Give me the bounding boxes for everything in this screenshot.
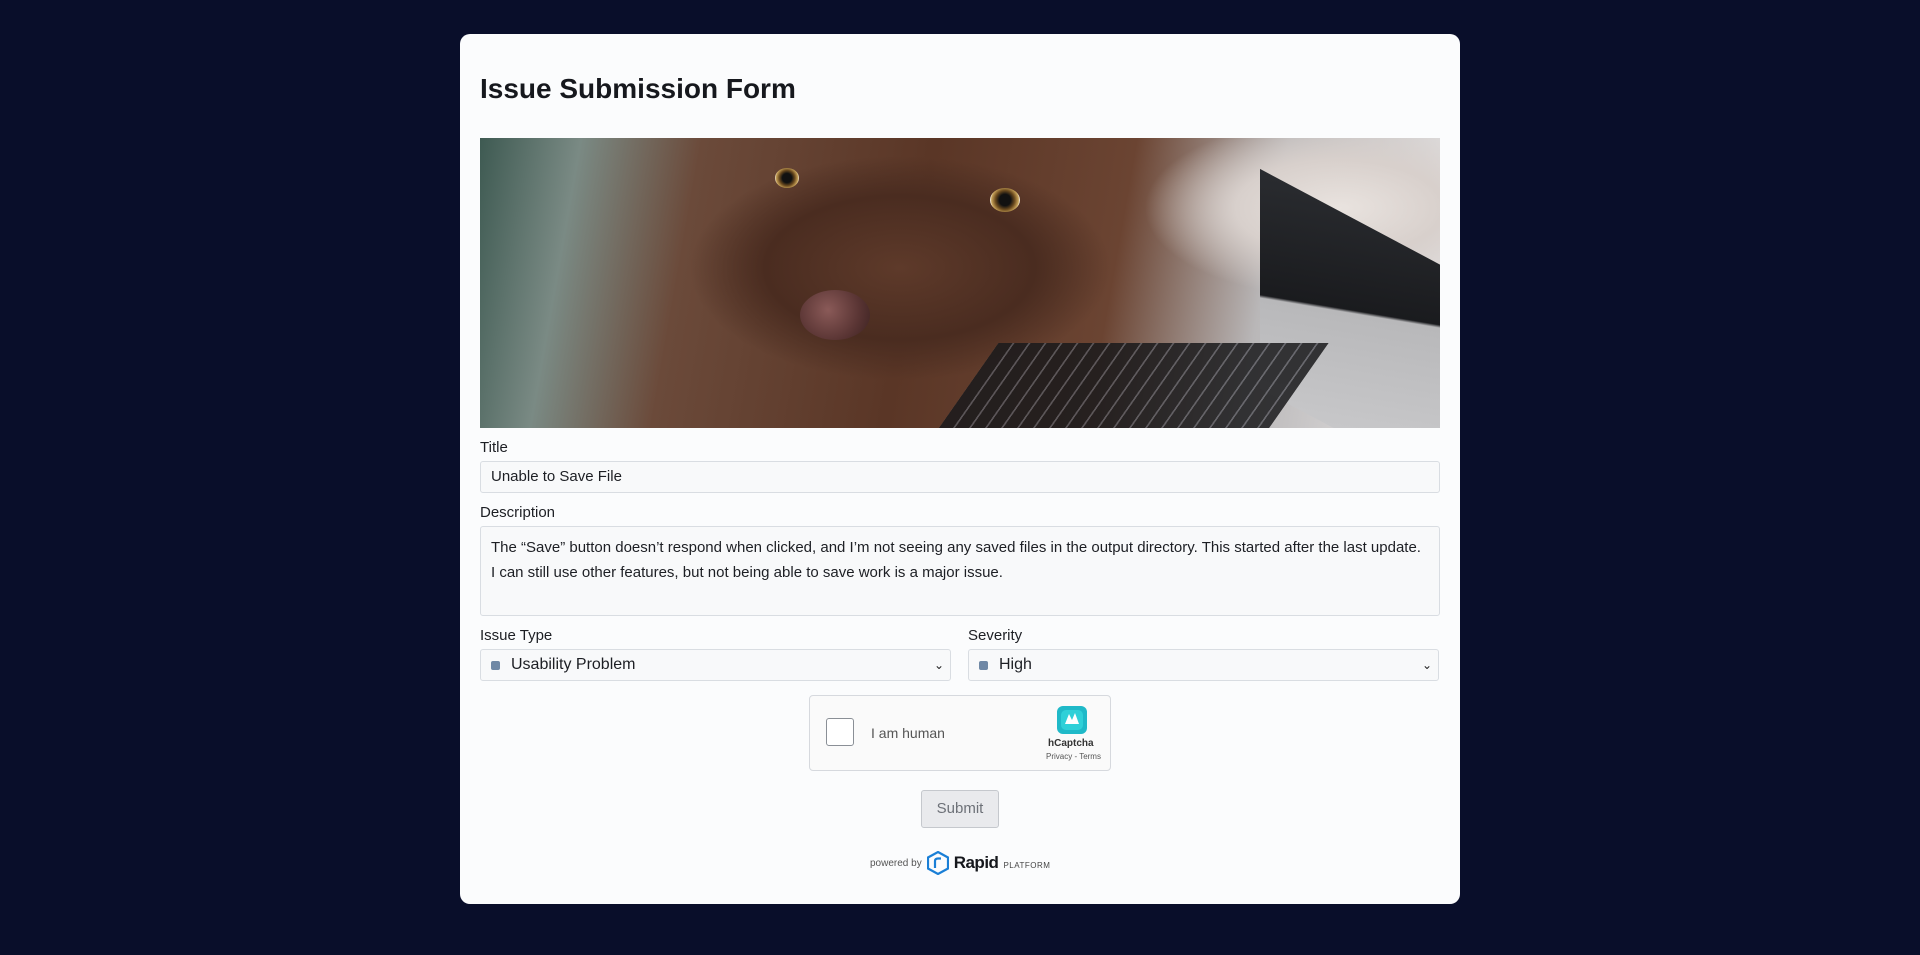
severity-dot-icon [979,661,988,670]
chevron-down-icon: ⌄ [933,658,944,672]
severity-group: Severity High ⌄ [968,616,1439,681]
severity-value: High [999,656,1032,673]
captcha-checkbox[interactable] [826,718,854,746]
captcha-terms-link[interactable]: Privacy - Terms [1046,752,1101,761]
select-row: Issue Type Usability Problem ⌄ Severity … [480,616,1440,681]
powered-by-footer: powered by Rapid PLATFORM [870,851,1050,875]
description-textarea[interactable]: The “Save” button doesn’t respond when c… [480,526,1440,616]
hero-dog-eye-right [990,188,1020,212]
issue-type-label: Issue Type [480,627,553,644]
hero-dog-nose [800,290,870,340]
hero-image [480,138,1440,428]
captcha-widget: I am human hCaptcha Privacy - Terms [809,695,1111,771]
hero-keyboard-shape [921,343,1329,428]
captcha-brand: hCaptcha [1048,738,1094,749]
chevron-down-icon: ⌄ [1421,658,1432,672]
rapid-brand-name: Rapid [953,853,999,872]
description-label: Description [480,504,556,521]
page-title: Issue Submission Form [480,73,796,104]
issue-type-dot-icon [491,661,500,670]
captcha-label: I am human [871,725,945,741]
rapid-logo-icon [926,851,949,875]
issue-type-select[interactable]: Usability Problem ⌄ [480,649,951,681]
form-card: Issue Submission Form Title Unable to Sa… [460,34,1460,904]
hcaptcha-logo-icon [1057,706,1087,734]
rapid-brand-suffix: PLATFORM [1003,861,1051,870]
severity-select[interactable]: High ⌄ [968,649,1439,681]
powered-by-text: powered by [870,857,922,869]
title-label: Title [480,439,508,456]
severity-label: Severity [968,627,1023,644]
issue-type-group: Issue Type Usability Problem ⌄ [480,616,951,681]
submit-button[interactable]: Submit [921,790,999,828]
issue-type-value: Usability Problem [511,656,636,673]
title-input[interactable]: Unable to Save File [480,461,1440,493]
hero-dog-eye-left [775,168,799,188]
